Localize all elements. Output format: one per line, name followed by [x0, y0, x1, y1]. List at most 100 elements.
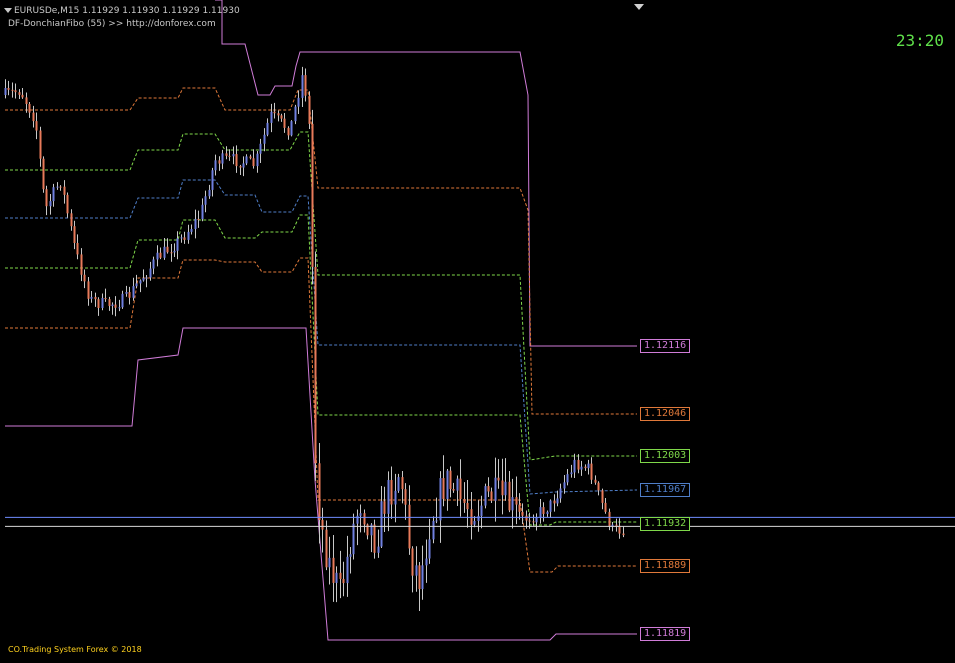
price-chart[interactable] [0, 0, 955, 663]
candle-body [14, 90, 17, 93]
candle-body [456, 478, 459, 491]
candle-body [556, 498, 559, 504]
candle-body [428, 539, 431, 559]
dropdown-arrow-icon[interactable] [4, 8, 12, 13]
channel-lines [5, 0, 638, 641]
candle-body [311, 123, 314, 267]
candle-body [539, 507, 542, 518]
candle-body [511, 497, 514, 511]
candle-body [321, 519, 324, 530]
candle-body [435, 520, 438, 522]
candle-body [487, 486, 490, 492]
candle-body [76, 242, 79, 255]
candle-body [397, 477, 400, 491]
candle-body [211, 170, 214, 190]
candle-body [421, 565, 424, 590]
candle-body [187, 231, 190, 240]
candle-body [263, 134, 266, 144]
candle-body [532, 521, 535, 523]
candle-body [125, 292, 128, 294]
candle-body [149, 268, 152, 278]
candle-body [132, 286, 135, 298]
candle-body [39, 130, 42, 159]
candle-body [604, 502, 607, 512]
candle-body [139, 280, 142, 284]
candle-body [377, 546, 380, 553]
candle-body [66, 194, 69, 214]
candle-body [518, 504, 521, 512]
candle-body [542, 507, 545, 514]
candle-body [525, 515, 528, 521]
candle-body [535, 517, 538, 523]
scroll-marker-icon[interactable] [634, 4, 644, 10]
candle-body [590, 463, 593, 480]
candle-body [28, 103, 31, 113]
candle-body [163, 246, 166, 258]
candle-body [294, 106, 297, 122]
candle-body [349, 554, 352, 557]
candle-body [283, 118, 286, 128]
candle-body [173, 250, 176, 253]
candle-body [608, 511, 611, 527]
candle-body [101, 297, 104, 309]
candle-body [521, 511, 524, 516]
candle-timer: 23:20 [895, 31, 944, 50]
candle-body [180, 237, 183, 239]
candle-body [594, 479, 597, 483]
candle-body [380, 501, 383, 547]
candle-body [104, 297, 107, 300]
candle-body [176, 238, 179, 251]
candle-body [156, 252, 159, 260]
candle-body [615, 524, 618, 526]
price-label-channel-high: 1.12116 [640, 339, 691, 353]
candle-body [121, 293, 124, 308]
candle-body [359, 513, 362, 516]
candle-body [452, 488, 455, 491]
candle-body [63, 186, 66, 195]
candle-body [270, 111, 273, 123]
candle-body [45, 189, 48, 207]
candle-body [249, 156, 252, 159]
candle-body [559, 488, 562, 499]
candle-body [390, 479, 393, 505]
candle-body [7, 88, 10, 90]
candle-body [97, 299, 100, 309]
candle-body [273, 111, 276, 114]
candle-body [314, 266, 317, 464]
candle-body [287, 127, 290, 136]
candle-body [601, 490, 604, 503]
price-label-fibo-lower: 1.11889 [640, 559, 691, 574]
candle-body [549, 500, 552, 512]
candle-body [577, 459, 580, 470]
candle-body [418, 565, 421, 590]
candle-body [301, 75, 304, 98]
candle-body [318, 463, 321, 520]
candle-body [432, 520, 435, 540]
candle-body [73, 226, 76, 243]
candle-body [256, 153, 259, 167]
candle-body [528, 520, 531, 522]
indicator-name-line: DF-DonchianFibo (55) >> http://donforex.… [8, 19, 216, 29]
candle-body [56, 186, 59, 188]
candle-body [490, 491, 493, 501]
candle-body [573, 459, 576, 473]
candle-body [446, 470, 449, 499]
candle-body [394, 490, 397, 505]
price-label-fibo-mid-high: 1.12003 [640, 448, 691, 463]
candle-body [25, 97, 28, 104]
candle-body [328, 557, 331, 568]
candle-body [566, 474, 569, 483]
candle-body [280, 115, 283, 119]
candle-body [194, 218, 197, 230]
chart-window[interactable]: EURUSDe,M15 1.11929 1.11930 1.11929 1.11… [0, 0, 955, 663]
candle-body [183, 237, 186, 240]
candle-body [401, 477, 404, 490]
candle-body [52, 187, 55, 202]
candle-body [339, 572, 342, 579]
candle-body [439, 478, 442, 521]
candle-body [108, 299, 111, 306]
candle-body [59, 186, 62, 188]
copyright-text: CO.Trading System Forex © 2018 [8, 645, 142, 654]
candle-body [208, 189, 211, 197]
candle-body [425, 558, 428, 566]
